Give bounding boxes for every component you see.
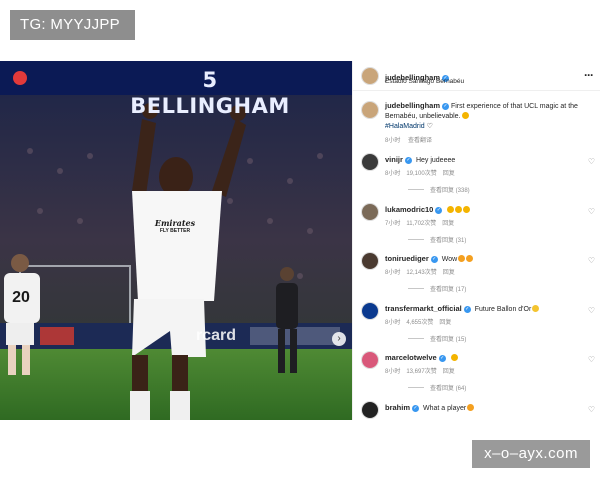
verified-icon: ✓ — [412, 404, 420, 412]
comment-text: What a player — [423, 404, 467, 412]
comment-likes[interactable]: 11,702次赞 — [406, 221, 436, 227]
comment-avatar[interactable] — [361, 400, 379, 419]
view-replies-link[interactable]: 查看回复 (17) — [408, 284, 466, 293]
comment-username[interactable]: transfermarkt_official — [385, 304, 462, 313]
emoji-icon — [463, 205, 471, 213]
emoji-icon — [467, 403, 475, 411]
comment-row: toniruediger ✓ Wow 8小时 12,143次赞 回复查看回复 (17) ♡ — [353, 252, 600, 302]
view-replies-link[interactable]: 查看回复 (338) — [408, 185, 470, 194]
view-replies-link[interactable]: 查看回复 (64) — [408, 383, 466, 392]
reply-button[interactable]: 回复 — [442, 221, 454, 227]
post-location[interactable]: Estadio Santiago Bernabéu — [385, 78, 464, 85]
comment-time: 8小时 — [385, 369, 401, 375]
comment-avatar[interactable] — [361, 202, 379, 221]
emoji-icon — [466, 255, 474, 262]
comment-likes[interactable]: 12,143次赞 — [406, 270, 436, 276]
emoji-icon — [447, 205, 455, 213]
caption-username[interactable]: judebellingham — [385, 101, 440, 110]
emoji-icon — [450, 354, 458, 361]
verified-icon: ✓ — [438, 355, 446, 362]
emoji-icon — [461, 112, 469, 119]
emoji-icon — [455, 205, 463, 213]
comment-likes[interactable]: 4,655次赞 — [406, 320, 433, 326]
reply-button[interactable]: 回复 — [443, 369, 455, 375]
like-comment-icon[interactable]: ♡ — [588, 405, 595, 414]
like-comment-icon[interactable]: ♡ — [588, 207, 595, 216]
like-comment-icon[interactable]: ♡ — [588, 306, 595, 315]
comment-username[interactable]: marcelotwelve — [385, 353, 437, 362]
emoji-icon — [458, 255, 466, 262]
caption: judebellingham ✓ First experience of that… — [353, 99, 600, 149]
like-comment-icon[interactable]: ♡ — [588, 355, 595, 364]
comment-avatar[interactable] — [361, 351, 379, 369]
view-replies-link[interactable]: 查看回复 (31) — [408, 235, 466, 244]
comment-text: Wow — [441, 256, 458, 263]
shirt-sponsor: Emirates — [154, 218, 196, 228]
comment-username[interactable]: vinijr — [385, 155, 403, 164]
comment-row: marcelotwelve ✓ 8小时 13,697次赞 回复查看回复 (64) ♡ — [353, 351, 600, 401]
verified-icon: ✓ — [430, 256, 438, 263]
comment-avatar[interactable] — [361, 153, 379, 171]
emoji-icon — [532, 304, 540, 312]
comment-row: transfermarkt_official ✓ Future Ballon d'O… — [353, 301, 600, 352]
comment-username[interactable]: lukamodric10 — [385, 205, 433, 214]
caption-avatar[interactable] — [361, 101, 379, 119]
author-avatar[interactable] — [361, 67, 379, 85]
comment-text: Hey judeeee — [415, 157, 456, 164]
comment-row: brahim ✓ What a player ♡ — [353, 400, 600, 421]
comment-likes[interactable]: 19,100次赞 — [406, 171, 436, 177]
comment-avatar[interactable] — [361, 252, 379, 270]
comment-avatar[interactable] — [361, 301, 379, 320]
next-image-button[interactable]: › — [332, 332, 346, 346]
verified-icon: ✓ — [404, 157, 412, 164]
comment-row: lukamodric10 ✓ 7小时 11,702次赞 回复查看回复 (31) ♡ — [353, 202, 600, 253]
comment-time: 8小时 — [385, 319, 401, 326]
watermark-top: TG: MYYJJPP — [10, 10, 135, 40]
shirt-sponsor-tagline: FLY BETTER — [159, 228, 191, 234]
like-comment-icon[interactable]: ♡ — [588, 157, 595, 166]
comment-time: 8小时 — [385, 270, 401, 276]
player-number: 20 — [12, 289, 30, 306]
post-photo[interactable]: 5 BELLINGHAM Emirates FLY BETTER 20 rcar… — [0, 61, 352, 420]
comment-username[interactable]: brahim — [385, 403, 410, 412]
comment-time: 8小时 — [385, 171, 401, 177]
scoreboard-text: 5 BELLINGHAM — [130, 68, 290, 118]
verified-icon: ✓ — [435, 206, 443, 214]
see-translation-link[interactable]: 查看翻译 — [408, 138, 432, 144]
reply-button[interactable]: 回复 — [443, 171, 455, 177]
reply-button[interactable]: 回复 — [439, 320, 451, 326]
comment-likes[interactable]: 13,697次赞 — [406, 369, 436, 375]
heart-icon: ♡ — [426, 123, 433, 130]
caption-hashtag[interactable]: #HalaMadrid — [385, 123, 425, 130]
comment-username[interactable]: toniruediger — [385, 254, 429, 263]
view-replies-link[interactable]: 查看回复 (15) — [408, 334, 466, 343]
verified-icon: ✓ — [463, 305, 471, 313]
comments-panel: judebellingham ✓ Estadio Santiago Bernabé… — [352, 61, 600, 420]
reply-button[interactable]: 回复 — [443, 270, 455, 276]
ad-board-text: rcard — [196, 327, 237, 344]
like-comment-icon[interactable]: ♡ — [588, 256, 595, 265]
comment-time: 7小时 — [385, 220, 401, 227]
more-options-icon[interactable]: ··· — [584, 68, 594, 82]
watermark-bottom: x–o–ayx.com — [472, 440, 590, 468]
post-header: judebellingham ✓ Estadio Santiago Bernabé… — [353, 61, 600, 91]
verified-icon: ✓ — [442, 103, 450, 110]
caption-time: 8小时 — [385, 138, 401, 144]
comment-text: Future Ballon d'Or — [474, 305, 532, 313]
comment-row: vinijr ✓ Hey judeeee 8小时 19,100次赞 回复查看回复 (338… — [353, 153, 600, 203]
